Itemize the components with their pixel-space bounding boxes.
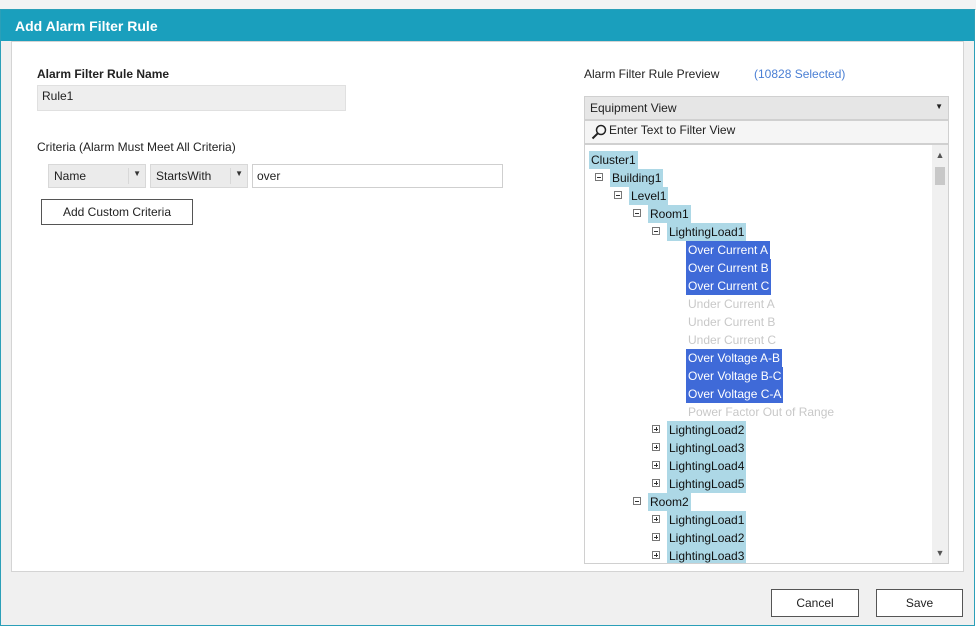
dialog-title: Add Alarm Filter Rule bbox=[15, 18, 158, 34]
tree-node[interactable]: Room1 bbox=[585, 205, 930, 223]
chevron-down-icon: ▼ bbox=[133, 169, 141, 178]
tree-node[interactable]: LightingLoad1 bbox=[585, 223, 930, 241]
tree-node-label: Under Current A bbox=[688, 297, 775, 311]
tree-node-label: LightingLoad4 bbox=[667, 457, 747, 475]
tree-node-label: Under Current C bbox=[688, 333, 777, 347]
tree-node-label: Over Current B bbox=[686, 259, 771, 277]
criteria-field-select[interactable]: Name ▼ bbox=[48, 164, 146, 188]
collapse-icon[interactable] bbox=[633, 497, 641, 505]
tree-node-label: Over Voltage A-B bbox=[686, 349, 783, 367]
scroll-thumb[interactable] bbox=[935, 167, 945, 185]
tree-node[interactable]: LightingLoad2 bbox=[585, 529, 930, 547]
tree-node[interactable]: Over Voltage C-A bbox=[585, 385, 930, 403]
tree-node[interactable]: LightingLoad4 bbox=[585, 457, 930, 475]
tree-node[interactable]: LightingLoad3 bbox=[585, 547, 930, 563]
criteria-heading: Criteria (Alarm Must Meet All Criteria) bbox=[37, 140, 236, 154]
expand-icon[interactable] bbox=[652, 443, 660, 451]
collapse-icon[interactable] bbox=[633, 209, 641, 217]
tree-node[interactable]: Room2 bbox=[585, 493, 930, 511]
tree-node-label: Power Factor Out of Range bbox=[688, 405, 835, 419]
selected-count: (10828 Selected) bbox=[754, 67, 846, 81]
tree-node-label: Building1 bbox=[610, 169, 664, 187]
tree-node-label: Cluster1 bbox=[589, 151, 638, 169]
dialog-titlebar: Add Alarm Filter Rule bbox=[1, 10, 974, 41]
collapse-icon[interactable] bbox=[614, 191, 622, 199]
tree-node[interactable]: Under Current C bbox=[585, 331, 930, 349]
select-divider bbox=[230, 168, 231, 184]
tree-node[interactable]: Over Current C bbox=[585, 277, 930, 295]
collapse-icon[interactable] bbox=[595, 173, 603, 181]
tree-node-label: Level1 bbox=[629, 187, 669, 205]
tree-filter-input[interactable]: Enter Text to Filter View bbox=[584, 120, 949, 144]
tree-node-label: LightingLoad5 bbox=[667, 475, 747, 493]
tree-node-label: Over Current A bbox=[686, 241, 771, 259]
add-custom-criteria-button[interactable]: Add Custom Criteria bbox=[41, 199, 193, 225]
tree-node[interactable]: Power Factor Out of Range bbox=[585, 403, 930, 421]
chevron-down-icon: ▼ bbox=[235, 169, 243, 178]
cancel-button[interactable]: Cancel bbox=[771, 589, 859, 617]
scroll-down-icon[interactable]: ▼ bbox=[932, 545, 948, 561]
criteria-value-input[interactable]: over bbox=[252, 164, 503, 188]
rule-name-label: Alarm Filter Rule Name bbox=[37, 67, 170, 81]
tree-node[interactable]: Over Current A bbox=[585, 241, 930, 259]
collapse-icon[interactable] bbox=[652, 227, 660, 235]
view-select[interactable]: Equipment View ▼ bbox=[584, 96, 949, 120]
tree-node-label: Room2 bbox=[648, 493, 691, 511]
tree-node[interactable]: Level1 bbox=[585, 187, 930, 205]
tree-scrollbar[interactable]: ▲ ▼ bbox=[932, 145, 948, 563]
tree-node[interactable]: LightingLoad2 bbox=[585, 421, 930, 439]
expand-icon[interactable] bbox=[652, 425, 660, 433]
tree-node-label: Over Current C bbox=[686, 277, 772, 295]
tree-node-label: LightingLoad1 bbox=[667, 223, 747, 241]
tree-node-label: LightingLoad3 bbox=[667, 547, 747, 563]
tree-node-label: Under Current B bbox=[688, 315, 776, 329]
tree-node-label: LightingLoad3 bbox=[667, 439, 747, 457]
tree-node[interactable]: LightingLoad1 bbox=[585, 511, 930, 529]
tree-node-label: LightingLoad2 bbox=[667, 421, 747, 439]
tree-node[interactable]: Building1 bbox=[585, 169, 930, 187]
criteria-field-value: Name bbox=[54, 169, 87, 183]
scroll-up-icon[interactable]: ▲ bbox=[932, 147, 948, 163]
tree-node[interactable]: LightingLoad3 bbox=[585, 439, 930, 457]
expand-icon[interactable] bbox=[652, 461, 660, 469]
expand-icon[interactable] bbox=[652, 479, 660, 487]
preview-heading: Alarm Filter Rule Preview bbox=[584, 67, 720, 81]
tree-node[interactable]: Under Current A bbox=[585, 295, 930, 313]
tree-node-label: LightingLoad1 bbox=[667, 511, 747, 529]
expand-icon[interactable] bbox=[652, 533, 660, 541]
expand-icon[interactable] bbox=[652, 551, 660, 559]
tree-node-label: Over Voltage C-A bbox=[686, 385, 784, 403]
select-divider bbox=[128, 168, 129, 184]
tree-node[interactable]: Over Current B bbox=[585, 259, 930, 277]
view-select-value: Equipment View bbox=[590, 101, 677, 115]
rule-name-field[interactable]: Rule1 bbox=[37, 85, 346, 111]
chevron-down-icon: ▼ bbox=[935, 102, 943, 111]
equipment-tree: Cluster1 Building1 Level1 Room1 LightingLoad… bbox=[584, 144, 949, 564]
tree-node[interactable]: LightingLoad5 bbox=[585, 475, 930, 493]
criteria-operator-value: StartsWith bbox=[156, 169, 212, 183]
criteria-operator-select[interactable]: StartsWith ▼ bbox=[150, 164, 248, 188]
save-button[interactable]: Save bbox=[876, 589, 963, 617]
tree-node[interactable]: Over Voltage B-C bbox=[585, 367, 930, 385]
tree-node[interactable]: Over Voltage A-B bbox=[585, 349, 930, 367]
tree-node-label: LightingLoad2 bbox=[667, 529, 747, 547]
tree-node-label: Room1 bbox=[648, 205, 691, 223]
tree-node[interactable]: Under Current B bbox=[585, 313, 930, 331]
tree-node[interactable]: Cluster1 bbox=[585, 151, 930, 169]
expand-icon[interactable] bbox=[652, 515, 660, 523]
tree-node-label: Over Voltage B-C bbox=[686, 367, 784, 385]
filter-placeholder: Enter Text to Filter View bbox=[609, 123, 736, 137]
search-icon bbox=[591, 124, 607, 140]
